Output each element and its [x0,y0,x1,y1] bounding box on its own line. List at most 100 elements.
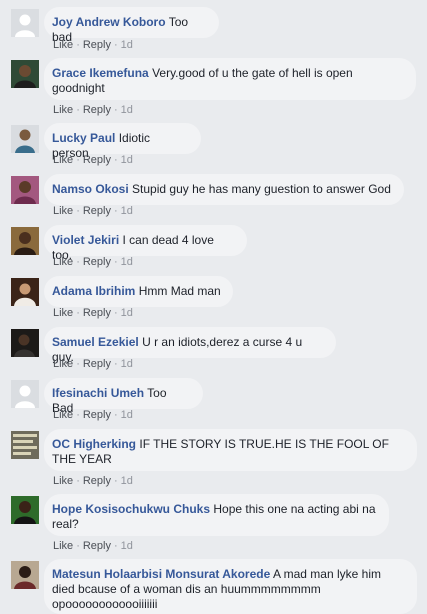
avatar[interactable] [11,496,39,524]
comment-bubble: Grace Ikemefuna Very.good of u the gate … [44,58,416,100]
separator: · [76,256,80,268]
comment-author[interactable]: OC Higherking [52,437,136,451]
avatar[interactable] [11,176,39,204]
default-avatar-icon [11,9,39,37]
reply-button[interactable]: Reply [83,154,111,166]
reply-button[interactable]: Reply [83,409,111,421]
comment-author[interactable]: Matesun Holaarbisi Monsurat Akorede [52,567,270,581]
comment-bubble: Matesun Holaarbisi Monsurat Akorede A ma… [44,559,417,614]
profile-photo-icon [11,496,39,524]
comment-author[interactable]: Joy Andrew Koboro [52,15,166,29]
separator: · [113,540,118,552]
separator: · [76,475,80,487]
like-button[interactable]: Like [53,205,73,217]
like-button[interactable]: Like [53,104,73,116]
comment-actions: Like · Reply · 1d [53,307,133,319]
separator: · [113,205,118,217]
default-avatar-icon [11,380,39,408]
comment-text: Stupid guy he has many guestion to answe… [132,182,391,196]
avatar[interactable] [11,431,39,459]
timestamp[interactable]: 1d [121,358,133,370]
comment-actions: Like · Reply · 1d [53,154,133,166]
reply-button[interactable]: Reply [83,358,111,370]
comment-bubble: Ifesinachi Umeh Too Bad [44,378,203,415]
comment-bubble: Adama Ibrihim Hmm Mad man [44,276,233,307]
comment-bubble: OC Higherking IF THE STORY IS TRUE.HE IS… [44,429,417,471]
separator: · [113,409,118,421]
separator: · [113,475,118,487]
comment-bubble: Joy Andrew Koboro Too bad [44,7,219,44]
separator: · [76,358,80,370]
separator: · [76,205,80,217]
avatar[interactable] [11,278,39,306]
reply-button[interactable]: Reply [83,205,111,217]
separator: · [113,307,118,319]
comment-actions: Like · Reply · 1d [53,104,133,116]
comment-actions: Like · Reply · 1d [53,475,133,487]
reply-button[interactable]: Reply [83,104,111,116]
like-button[interactable]: Like [53,475,73,487]
timestamp[interactable]: 1d [121,307,133,319]
like-button[interactable]: Like [53,540,73,552]
comment-bubble: Samuel Ezekiel U r an idiots,derez a cur… [44,327,336,364]
avatar[interactable] [11,380,39,408]
comment-author[interactable]: Grace Ikemefuna [52,66,149,80]
timestamp[interactable]: 1d [121,540,133,552]
separator: · [113,154,118,166]
avatar[interactable] [11,9,39,37]
like-button[interactable]: Like [53,154,73,166]
reply-button[interactable]: Reply [83,256,111,268]
reply-button[interactable]: Reply [83,39,111,51]
reply-button[interactable]: Reply [83,475,111,487]
profile-photo-icon [11,60,39,88]
timestamp[interactable]: 1d [121,104,133,116]
avatar[interactable] [11,60,39,88]
comment-actions: Like · Reply · 1d [53,358,133,370]
reply-button[interactable]: Reply [83,540,111,552]
separator: · [76,39,80,51]
avatar[interactable] [11,125,39,153]
comment-author[interactable]: Samuel Ezekiel [52,335,139,349]
comment-author[interactable]: Violet Jekiri [52,233,119,247]
separator: · [76,307,80,319]
avatar[interactable] [11,329,39,357]
profile-photo-icon [11,431,39,459]
profile-photo-icon [11,227,39,255]
like-button[interactable]: Like [53,256,73,268]
avatar[interactable] [11,227,39,255]
comment-author[interactable]: Lucky Paul [52,131,115,145]
timestamp[interactable]: 1d [121,205,133,217]
like-button[interactable]: Like [53,358,73,370]
comment-actions: Like · Reply · 1d [53,540,133,552]
comment-author[interactable]: Hope Kosisochukwu Chuks [52,502,210,516]
separator: · [113,39,118,51]
profile-photo-icon [11,125,39,153]
separator: · [113,256,118,268]
profile-photo-icon [11,329,39,357]
timestamp[interactable]: 1d [121,256,133,268]
timestamp[interactable]: 1d [121,475,133,487]
comment-actions: Like · Reply · 1d [53,39,133,51]
comment-bubble: Hope Kosisochukwu Chuks Hope this one na… [44,494,389,536]
comment-author[interactable]: Adama Ibrihim [52,284,135,298]
profile-photo-icon [11,278,39,306]
like-button[interactable]: Like [53,307,73,319]
separator: · [113,104,118,116]
like-button[interactable]: Like [53,409,73,421]
separator: · [76,104,80,116]
avatar[interactable] [11,561,39,589]
separator: · [76,540,80,552]
comment-author[interactable]: Ifesinachi Umeh [52,386,144,400]
like-button[interactable]: Like [53,39,73,51]
profile-photo-icon [11,561,39,589]
timestamp[interactable]: 1d [121,409,133,421]
comment-bubble: Namso Okosi Stupid guy he has many guest… [44,174,404,205]
separator: · [76,154,80,166]
reply-button[interactable]: Reply [83,307,111,319]
timestamp[interactable]: 1d [121,154,133,166]
separator: · [113,358,118,370]
timestamp[interactable]: 1d [121,39,133,51]
comment-bubble: Violet Jekiri I can dead 4 love too. [44,225,247,262]
comment-text: Hmm Mad man [138,284,221,298]
comment-author[interactable]: Namso Okosi [52,182,129,196]
